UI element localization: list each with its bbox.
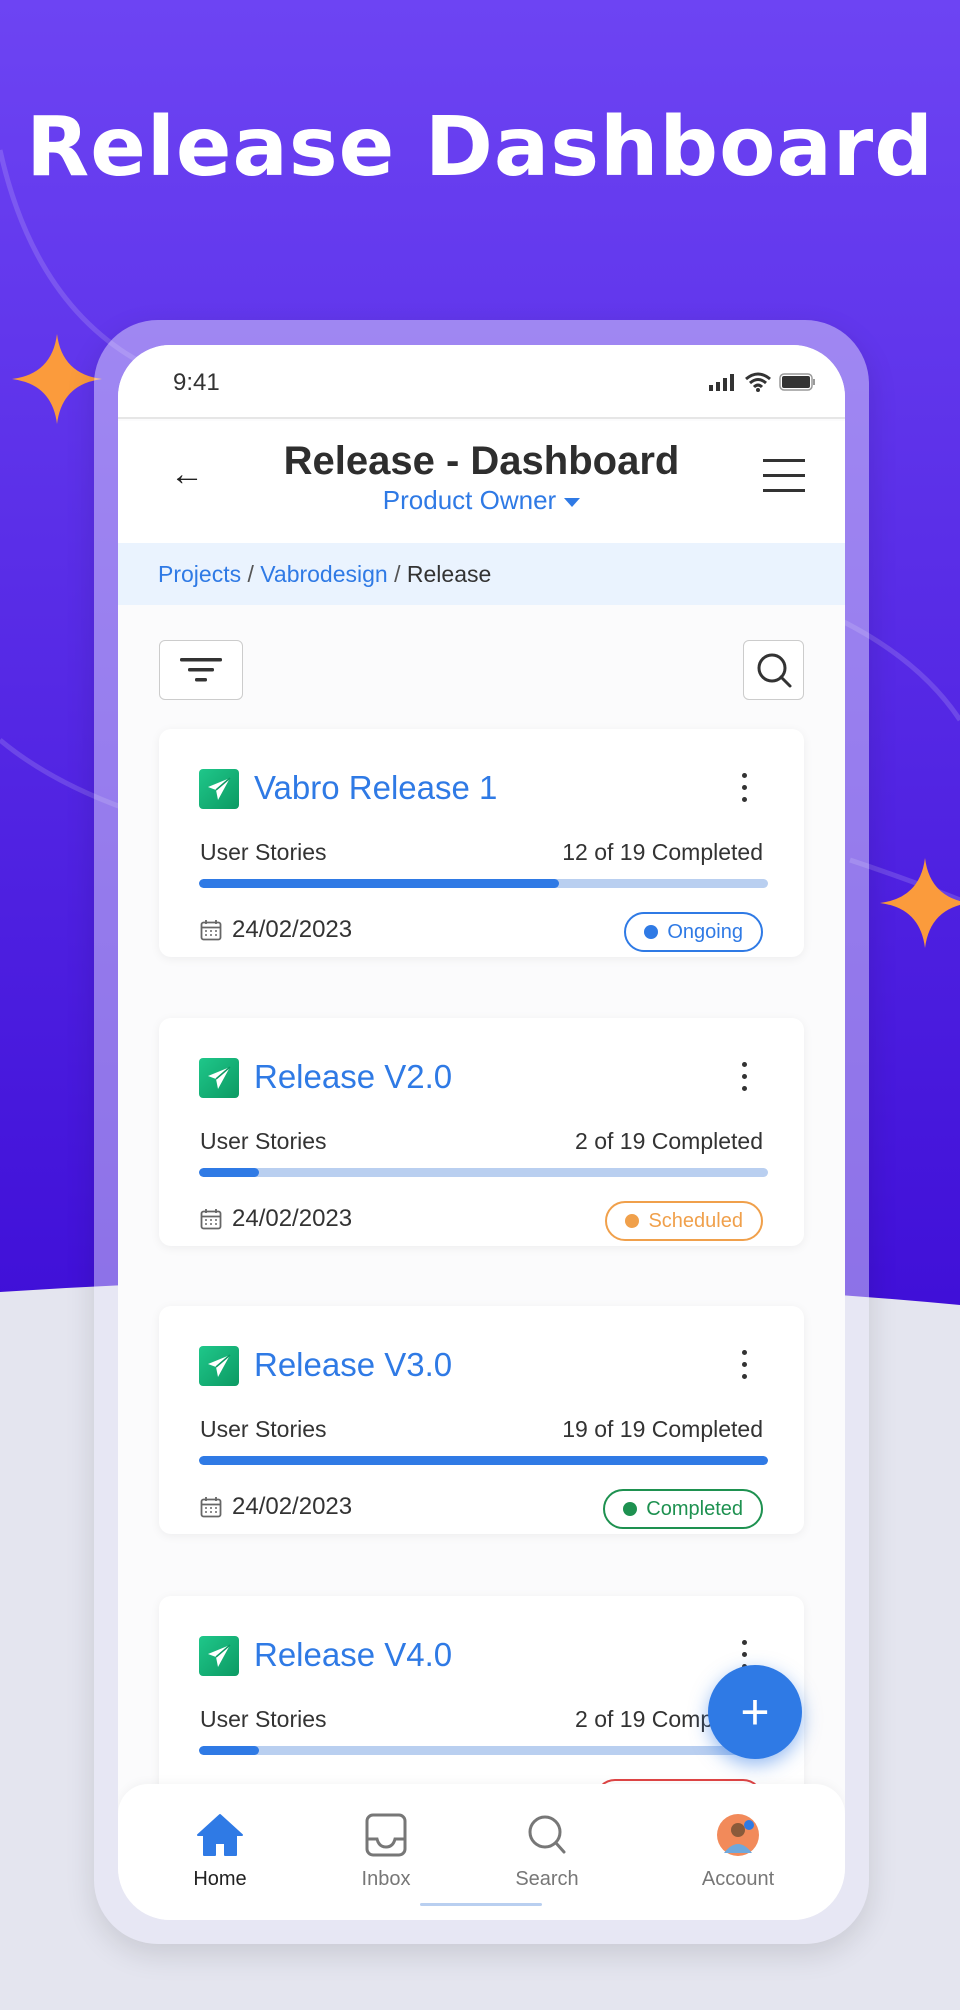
home-indicator — [420, 1903, 542, 1906]
caret-down-icon — [564, 497, 581, 507]
nav-account[interactable]: Account — [678, 1812, 798, 1891]
release-date-text: 24/02/2023 — [232, 1205, 353, 1232]
search-button[interactable] — [743, 640, 804, 700]
hamburger-menu-icon[interactable] — [763, 459, 805, 504]
progress-fill — [199, 879, 559, 888]
add-release-button[interactable]: + — [708, 1665, 802, 1759]
more-options-icon[interactable] — [742, 773, 748, 809]
release-date: 24/02/2023 — [200, 1205, 352, 1233]
completion-count: 12 of 19 Completed — [562, 839, 763, 865]
calendar-icon — [200, 920, 222, 941]
nav-account-label: Account — [701, 1868, 775, 1890]
more-options-icon[interactable] — [742, 1062, 748, 1098]
plus-icon: + — [740, 1684, 770, 1740]
release-title[interactable]: Release V2.0 — [254, 1058, 452, 1096]
release-card[interactable]: Release V3.0 User Stories 19 of 19 Compl… — [159, 1306, 804, 1534]
breadcrumb-separator: / — [247, 561, 254, 587]
breadcrumb-vabrodesign[interactable]: Vabrodesign — [260, 561, 387, 587]
status-badge: Completed — [603, 1489, 763, 1529]
battery-icon — [779, 373, 815, 391]
release-plane-icon — [199, 1636, 239, 1676]
signal-icon — [709, 374, 734, 391]
status-time: 9:41 — [173, 369, 220, 396]
nav-inbox[interactable]: Inbox — [326, 1812, 446, 1891]
progress-bar — [199, 1746, 768, 1755]
avatar — [717, 1814, 759, 1856]
user-stories-label: User Stories — [200, 1416, 327, 1442]
nav-home-label: Home — [193, 1868, 247, 1890]
status-badge: Scheduled — [605, 1201, 763, 1241]
bottom-nav: Home Inbox Search Account — [118, 1784, 845, 1920]
progress-fill — [199, 1456, 768, 1465]
filter-icon — [180, 658, 222, 682]
progress-fill — [199, 1168, 259, 1177]
nav-search-label: Search — [515, 1868, 579, 1890]
completion-count: 19 of 19 Completed — [562, 1416, 763, 1442]
user-stories-label: User Stories — [200, 839, 327, 865]
progress-fill — [199, 1746, 259, 1755]
inbox-icon — [365, 1813, 407, 1857]
completion-count: 2 of 19 Completed — [575, 1128, 763, 1154]
home-icon — [197, 1814, 243, 1856]
page-title: Release - Dashboard — [283, 439, 680, 483]
app-header: ← Release - Dashboard Product Owner — [118, 421, 845, 543]
breadcrumb-release: Release — [406, 561, 492, 587]
status-bar: 9:41 — [118, 345, 845, 419]
release-plane-icon — [199, 1058, 239, 1098]
hero-title: Release Dashboard — [26, 100, 934, 195]
status-badge: Ongoing — [624, 912, 763, 952]
release-date: 24/02/2023 — [200, 916, 352, 944]
release-date-text: 24/02/2023 — [232, 916, 353, 943]
progress-bar — [199, 1168, 768, 1177]
nav-home[interactable]: Home — [160, 1812, 280, 1891]
sparkle-icon — [12, 334, 102, 424]
role-label: Product Owner — [382, 485, 557, 515]
release-title[interactable]: Release V4.0 — [254, 1636, 452, 1674]
status-text: Scheduled — [648, 1209, 743, 1232]
status-dot — [623, 1502, 638, 1516]
nav-search[interactable]: Search — [487, 1812, 607, 1891]
more-options-icon[interactable] — [742, 1350, 748, 1386]
release-date-text: 24/02/2023 — [232, 1493, 353, 1520]
release-title[interactable]: Vabro Release 1 — [254, 769, 497, 807]
status-text: Completed — [646, 1497, 743, 1520]
release-title[interactable]: Release V3.0 — [254, 1346, 452, 1384]
wifi-icon — [745, 372, 771, 392]
release-card[interactable]: Release V2.0 User Stories 2 of 19 Comple… — [159, 1018, 804, 1246]
phone-screen: 9:41 ← Release - Dashboard Product Owner… — [118, 345, 845, 1920]
search-icon — [757, 653, 791, 688]
user-stories-label: User Stories — [200, 1706, 327, 1732]
search-icon — [528, 1815, 566, 1854]
sparkle-icon — [880, 858, 960, 948]
calendar-icon — [200, 1209, 222, 1230]
filter-button[interactable] — [159, 640, 243, 700]
breadcrumb-projects[interactable]: Projects — [158, 561, 241, 587]
breadcrumb: Projects / Vabrodesign / Release — [118, 543, 845, 605]
release-card[interactable]: Vabro Release 1 User Stories 12 of 19 Co… — [159, 729, 804, 957]
release-plane-icon — [199, 1346, 239, 1386]
status-text: Ongoing — [667, 920, 743, 943]
status-dot — [644, 925, 659, 939]
status-dot — [625, 1214, 640, 1228]
nav-inbox-label: Inbox — [361, 1868, 411, 1890]
progress-bar — [199, 879, 768, 888]
progress-bar — [199, 1456, 768, 1465]
release-plane-icon — [199, 769, 239, 809]
role-dropdown[interactable]: Product Owner — [118, 485, 845, 516]
calendar-icon — [200, 1497, 222, 1518]
user-stories-label: User Stories — [200, 1128, 327, 1154]
release-date: 24/02/2023 — [200, 1493, 352, 1521]
breadcrumb-separator: / — [394, 561, 401, 587]
